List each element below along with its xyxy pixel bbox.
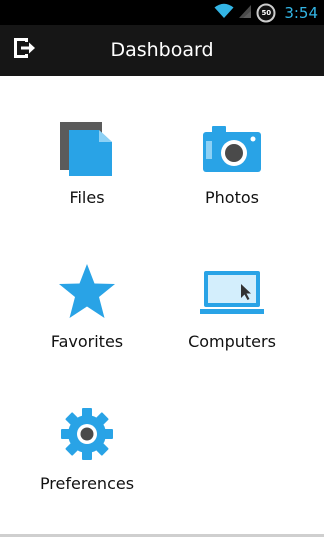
photos-tile[interactable]: Photos [157,116,307,207]
star-icon [55,260,119,324]
battery-icon: 50 [256,3,276,23]
preferences-tile[interactable]: Preferences [12,402,162,493]
photos-label: Photos [205,188,259,207]
preferences-label: Preferences [39,474,135,493]
laptop-icon [200,260,264,324]
status-bar: 50 3:54 [0,0,324,25]
clock: 3:54 [284,3,318,22]
files-label: Files [69,188,105,207]
camera-icon [200,116,264,180]
status-icons: 50 3:54 [214,0,318,25]
gear-icon [55,402,119,466]
wifi-icon [214,3,234,23]
computers-label: Computers [188,332,276,351]
favorites-label: Favorites [50,332,124,351]
files-icon [55,116,119,180]
favorites-tile[interactable]: Favorites [12,260,162,351]
exit-icon [14,38,36,62]
computers-tile[interactable]: Computers [157,260,307,351]
battery-level: 50 [261,8,272,17]
exit-button[interactable] [8,33,42,67]
app-bar: Dashboard [0,25,324,76]
page-title: Dashboard [110,39,214,61]
files-tile[interactable]: Files [12,116,162,207]
signal-icon [238,3,252,23]
